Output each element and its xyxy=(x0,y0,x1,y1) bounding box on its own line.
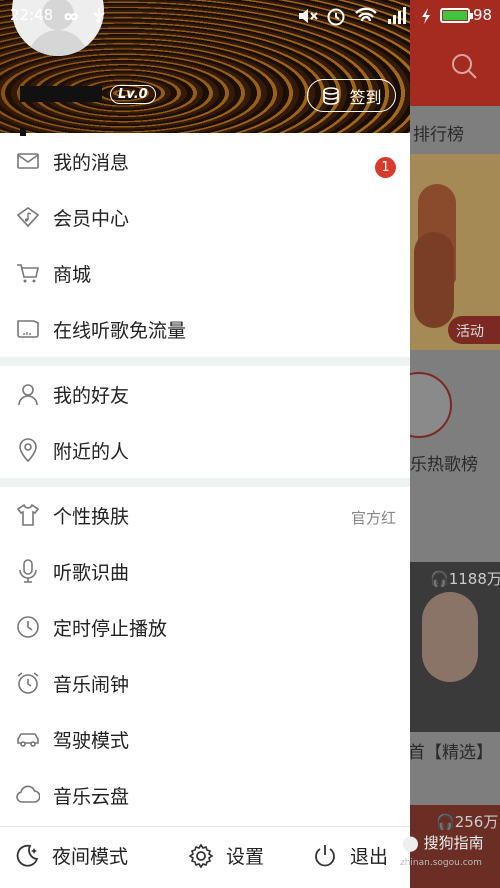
menu-item-cloud-drive[interactable]: 音乐云盘 xyxy=(0,767,410,823)
menu-item-friends[interactable]: 我的好友 xyxy=(0,366,410,422)
menu-list: 我的消息 1 会员中心 商城 在线听歌免流量 我的好友 附近的人 个性换肤 官方… xyxy=(0,133,410,823)
mail-icon xyxy=(17,153,39,169)
wifi-icon xyxy=(355,7,377,22)
alarm-clock-icon xyxy=(17,672,39,694)
coins-icon xyxy=(323,86,340,105)
menu-item-vip-center[interactable]: 会员中心 xyxy=(0,189,410,245)
diamond-music-icon xyxy=(16,207,40,228)
clock-icon xyxy=(17,616,39,638)
status-time: 22:48 xyxy=(10,6,54,24)
playlist-title[interactable]: 首【精选】 xyxy=(408,738,493,763)
night-mode-button[interactable]: 夜间模式 xyxy=(14,842,128,869)
menu-item-mall[interactable]: 商城 xyxy=(0,245,410,301)
menu-item-alarm[interactable]: 音乐闹钟 xyxy=(0,655,410,711)
current-theme: 官方红 xyxy=(350,509,396,527)
cart-icon xyxy=(17,264,39,283)
side-drawer: Lv.0 签到 我的消息 1 会员中心 商城 在线听歌免流量 我的好友 附近的人… xyxy=(0,0,410,888)
mute-icon xyxy=(299,9,318,23)
watermark: ⬤ 搜狗指南 zhinan.sogou.com xyxy=(400,834,484,868)
gear-icon xyxy=(188,843,214,868)
hot-chart-label[interactable]: 乐热歌榜 xyxy=(410,450,478,475)
menu-item-theme[interactable]: 个性换肤 官方红 xyxy=(0,487,410,543)
signin-label: 签到 xyxy=(349,87,382,107)
play-count-1: 🎧1188万 xyxy=(430,570,500,588)
settings-button[interactable]: 设置 xyxy=(188,842,264,869)
power-icon xyxy=(315,844,335,866)
menu-item-nearby[interactable]: 附近的人 xyxy=(0,422,410,478)
menu-item-sleep-timer[interactable]: 定时停止播放 xyxy=(0,599,410,655)
headphone-icon: 🎧 xyxy=(436,813,455,831)
charging-icon xyxy=(422,8,430,24)
username-redacted[interactable] xyxy=(20,86,102,102)
ranking-label[interactable]: 排行榜 xyxy=(413,120,464,145)
car-icon xyxy=(17,733,39,747)
search-icon[interactable] xyxy=(450,52,478,80)
level-badge: Lv.0 xyxy=(110,85,156,104)
logout-button[interactable]: 退出 xyxy=(312,842,388,869)
menu-item-driving-mode[interactable]: 驾驶模式 xyxy=(0,711,410,767)
unread-badge: 1 xyxy=(375,157,396,178)
cloud-icon xyxy=(16,785,40,803)
sogou-logo-icon: ⬤ xyxy=(402,834,419,852)
usb-icon xyxy=(93,8,105,24)
infinity-icon xyxy=(64,13,78,21)
location-pin-icon xyxy=(19,438,37,462)
sim-card-icon xyxy=(17,320,39,338)
section-divider xyxy=(0,478,410,487)
alarm-status-icon xyxy=(327,8,345,26)
status-bar: 22:48 98 xyxy=(0,0,500,32)
moon-icon xyxy=(16,844,39,867)
signal-icon xyxy=(388,7,406,24)
menu-item-free-data[interactable]: 在线听歌免流量 xyxy=(0,301,410,357)
play-count-2: 🎧256万 xyxy=(436,813,499,831)
microphone-icon xyxy=(19,559,37,583)
battery-percent: 98 xyxy=(473,6,493,24)
battery-icon xyxy=(440,8,473,23)
menu-item-messages[interactable]: 我的消息 1 xyxy=(0,133,410,189)
signin-button[interactable]: 签到 xyxy=(307,79,396,112)
headphone-icon: 🎧 xyxy=(430,570,449,588)
section-divider xyxy=(0,357,410,366)
tshirt-icon xyxy=(16,503,40,526)
person-icon xyxy=(18,384,38,406)
activity-tag: 活动 xyxy=(448,316,500,344)
drawer-footer: 夜间模式 设置 退出 xyxy=(0,826,410,888)
menu-item-song-recognition[interactable]: 听歌识曲 xyxy=(0,543,410,599)
